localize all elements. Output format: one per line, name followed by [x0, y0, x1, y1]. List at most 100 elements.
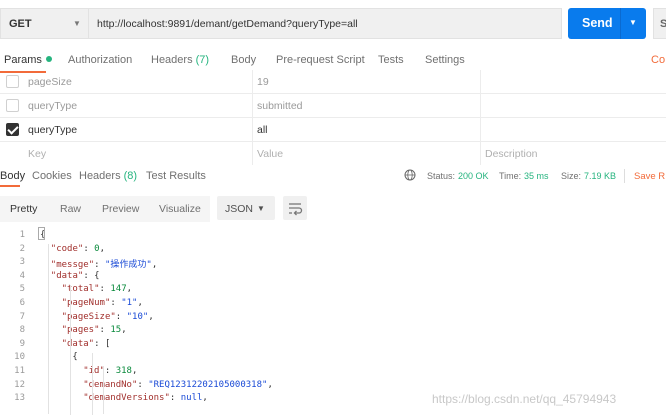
- save-response-button[interactable]: Save R: [634, 171, 665, 182]
- param-value[interactable]: submitted: [257, 100, 303, 112]
- line-number: 12: [14, 379, 25, 390]
- line-number: 11: [14, 366, 25, 376]
- param-description-placeholder[interactable]: Description: [485, 148, 538, 160]
- chevron-down-icon: ▼: [257, 204, 265, 213]
- params-active-dot: [45, 56, 52, 62]
- json-key: "data": [50, 270, 84, 281]
- json-comma: ,: [131, 366, 138, 376]
- cookies-link[interactable]: Co: [651, 54, 665, 66]
- line-number: 1: [19, 230, 25, 240]
- json-colon: :: [115, 311, 127, 322]
- json-key: "pages": [61, 325, 100, 336]
- request-tabs: Params Authorization Headers (7) Body Pr…: [0, 50, 666, 73]
- response-body-code[interactable]: 1 {2 "code": 0, 3 "messge": "操作成功", 4 "data": …: [0, 228, 666, 418]
- view-visualize[interactable]: Visualize: [159, 203, 201, 215]
- line-number: 9: [19, 338, 25, 349]
- view-raw[interactable]: Raw: [60, 203, 81, 215]
- line-number: 2: [19, 243, 25, 254]
- tab-authorization[interactable]: Authorization: [68, 54, 132, 66]
- code-line: "pageNum": "1",: [62, 298, 143, 308]
- tab-params[interactable]: Params: [4, 54, 52, 66]
- json-key: "total": [61, 284, 100, 295]
- view-pretty[interactable]: Pretty: [10, 203, 37, 215]
- format-toolbar: Pretty Raw Preview Visualize JSON ▼: [0, 196, 666, 222]
- code-line: "messge": "操作成功",: [51, 257, 157, 270]
- json-comma: ,: [137, 298, 143, 308]
- json-value: "REQ12312202105000318": [148, 379, 268, 390]
- param-value[interactable]: all: [257, 124, 268, 136]
- json-value: 318: [115, 366, 132, 376]
- tab-response-headers-count: (8): [123, 170, 138, 182]
- line-number: 13: [14, 393, 25, 404]
- format-label: JSON: [225, 203, 254, 215]
- param-row: queryType all: [0, 118, 666, 142]
- param-row: pageSize 19: [0, 70, 666, 94]
- indent-guide: [103, 366, 104, 414]
- send-options-icon[interactable]: ▼: [629, 18, 637, 27]
- tab-headers[interactable]: Headers (7): [151, 54, 209, 66]
- param-checkbox[interactable]: [6, 99, 19, 112]
- param-row-empty: Key Value Description: [0, 142, 666, 166]
- save-button[interactable]: S: [653, 8, 666, 39]
- active-tab-underline: [0, 185, 20, 187]
- watermark: https://blog.csdn.net/qq_45794943: [432, 392, 617, 406]
- code-line: "data": {: [51, 271, 100, 281]
- param-key[interactable]: pageSize: [28, 76, 72, 88]
- json-key: "data": [61, 338, 95, 349]
- param-key-placeholder[interactable]: Key: [28, 148, 46, 160]
- code-line: "total": 147,: [62, 284, 132, 294]
- json-comma: ,: [202, 393, 208, 404]
- request-bar: GET ▼ http://localhost:9891/demant/getDe…: [0, 8, 666, 40]
- tab-response-cookies[interactable]: Cookies: [32, 170, 72, 182]
- tab-settings[interactable]: Settings: [425, 54, 465, 66]
- param-checkbox[interactable]: [6, 75, 19, 88]
- tab-headers-label: Headers: [151, 54, 193, 66]
- globe-icon[interactable]: [404, 169, 416, 181]
- tab-prerequest[interactable]: Pre-request Script: [276, 54, 365, 66]
- tab-response-body[interactable]: Body: [0, 170, 25, 182]
- line-number: 3: [19, 257, 25, 268]
- json-colon: :: [83, 270, 95, 281]
- json-comma: ,: [126, 284, 133, 295]
- line-number: 7: [19, 311, 25, 322]
- param-key[interactable]: queryType: [28, 100, 77, 112]
- param-checkbox[interactable]: [6, 123, 19, 136]
- bracket-match-highlight: [38, 227, 45, 240]
- format-select[interactable]: JSON ▼: [217, 196, 275, 220]
- indent-guide: [48, 244, 49, 414]
- json-value: "10": [126, 311, 149, 322]
- status-value: 200 OK: [458, 171, 489, 181]
- code-line: "pages": 15,: [62, 325, 127, 335]
- param-key[interactable]: queryType: [28, 124, 77, 136]
- param-value-placeholder[interactable]: Value: [257, 148, 283, 160]
- code-line: "data": [: [62, 339, 111, 349]
- tab-body[interactable]: Body: [231, 54, 256, 66]
- param-value[interactable]: 19: [257, 76, 269, 88]
- wrap-lines-button[interactable]: [283, 196, 307, 220]
- json-comma: ,: [99, 243, 105, 254]
- status-label: Status:: [427, 171, 456, 181]
- code-line: {: [72, 352, 77, 362]
- json-value: 15: [110, 325, 122, 336]
- json-value: "操作成功": [105, 260, 152, 271]
- indent-guide: [70, 285, 71, 415]
- json-comma: ,: [267, 379, 273, 390]
- view-preview[interactable]: Preview: [102, 203, 139, 215]
- send-button[interactable]: Send ▼: [568, 8, 646, 39]
- json-comma: ,: [148, 311, 154, 322]
- json-colon: :: [94, 338, 105, 349]
- json-comma: ,: [121, 325, 127, 336]
- response-tabs: Body Cookies Headers (8) Test Results St…: [0, 166, 666, 188]
- json-key: "messge": [50, 260, 95, 271]
- method-select[interactable]: GET ▼: [0, 8, 88, 39]
- chevron-down-icon: ▼: [73, 19, 81, 28]
- json-key: "id": [83, 366, 105, 376]
- line-number: 8: [19, 325, 25, 336]
- tab-tests[interactable]: Tests: [378, 54, 404, 66]
- send-divider: [620, 8, 621, 39]
- method-label: GET: [9, 18, 32, 30]
- tab-test-results[interactable]: Test Results: [146, 170, 206, 182]
- tab-response-headers[interactable]: Headers (8): [79, 170, 137, 182]
- json-colon: :: [104, 366, 116, 376]
- url-input[interactable]: http://localhost:9891/demant/getDemand?q…: [88, 8, 562, 39]
